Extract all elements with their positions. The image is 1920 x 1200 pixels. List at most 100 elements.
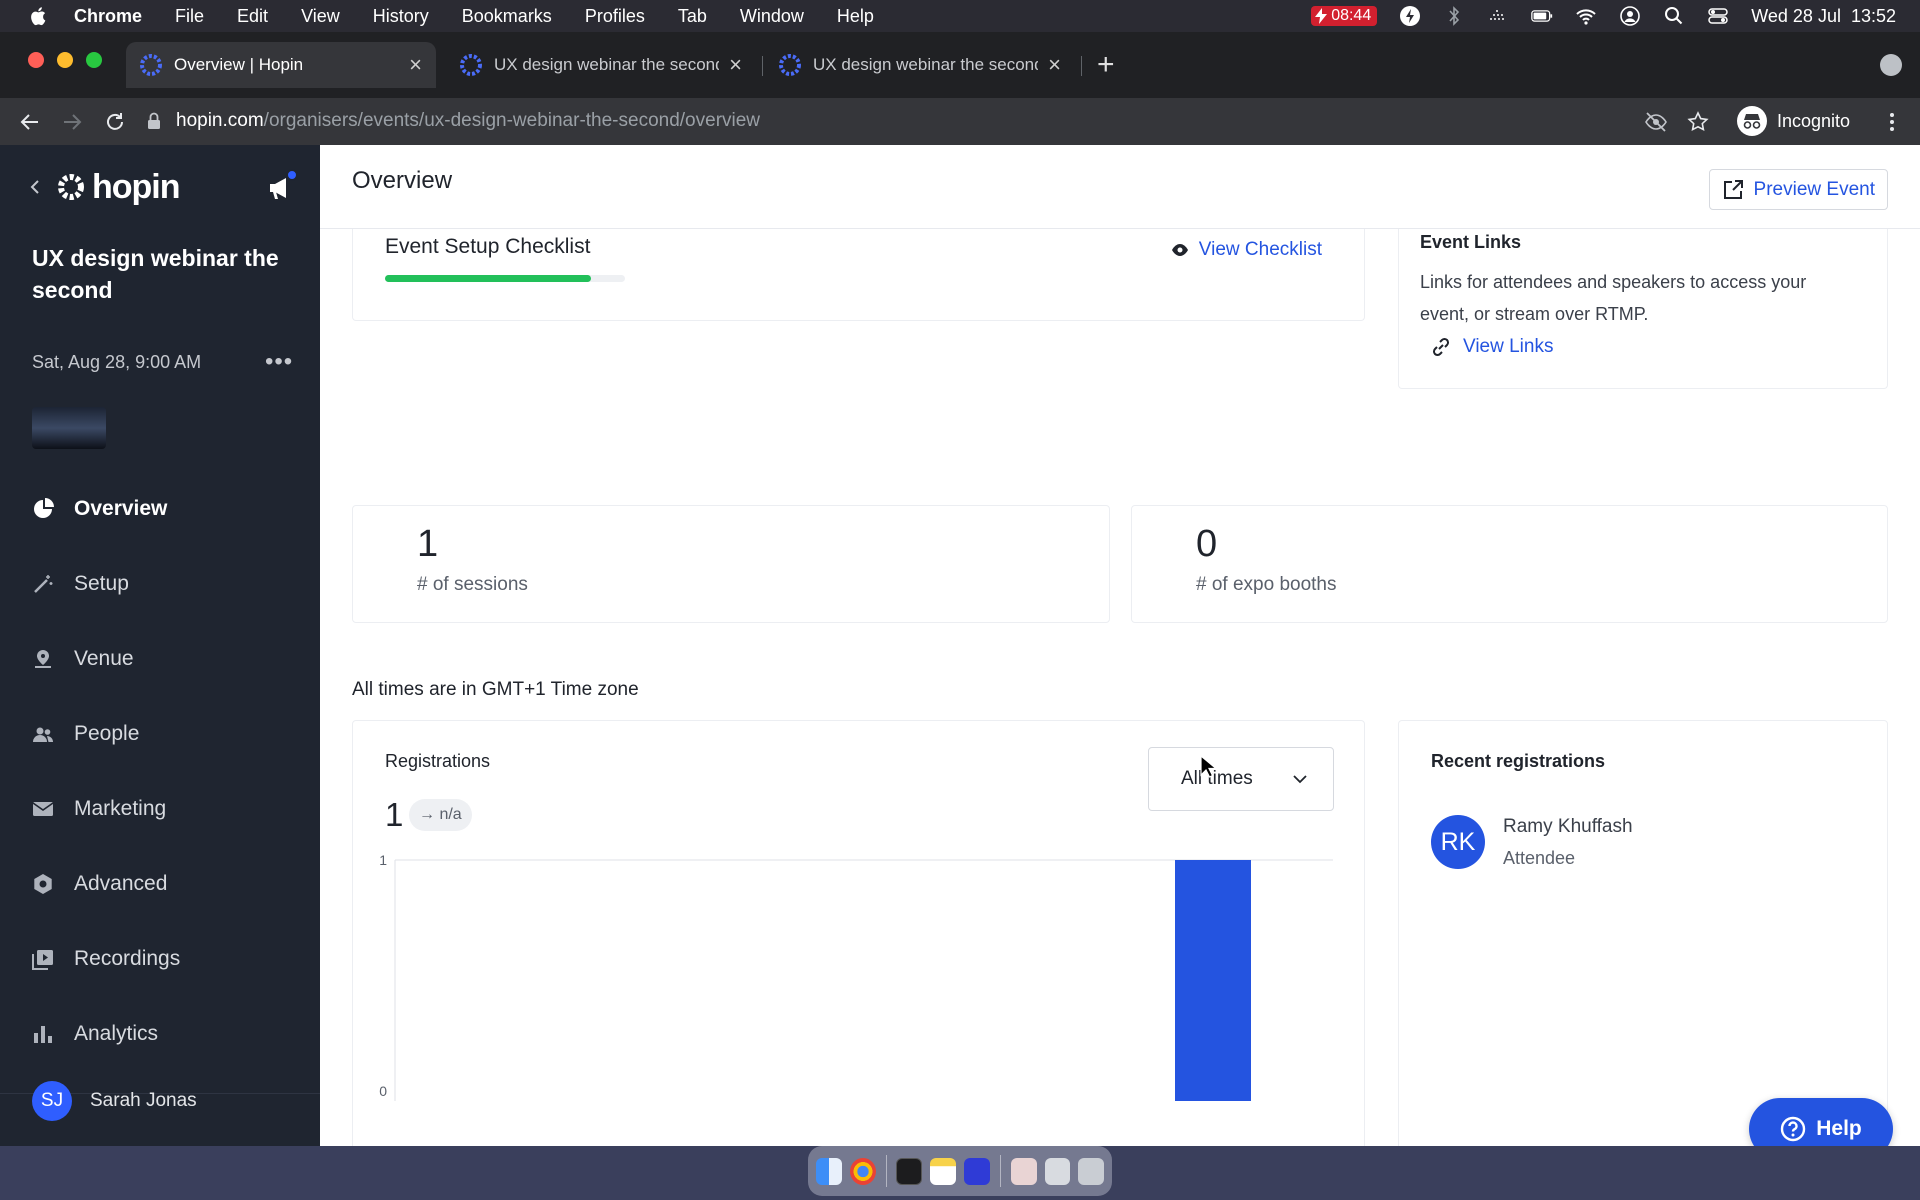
document-stack-icon[interactable]	[1044, 1157, 1071, 1185]
zoom-window-button[interactable]	[86, 52, 102, 68]
close-tab-icon[interactable]: ×	[729, 52, 742, 78]
url-path: /organisers/events/ux-design-webinar-the…	[263, 110, 761, 131]
control-center-icon[interactable]	[1707, 5, 1729, 27]
window-controls	[28, 52, 102, 68]
sidebar-item-label: Recordings	[74, 946, 181, 970]
forward-arrow-icon[interactable]	[60, 110, 84, 134]
sidebar-item-marketing[interactable]: Marketing	[0, 771, 320, 846]
terminal-icon[interactable]	[896, 1157, 923, 1185]
battery-icon[interactable]	[1531, 5, 1553, 27]
menu-tab[interactable]: Tab	[678, 6, 707, 27]
sidebar-item-recordings[interactable]: Recordings	[0, 921, 320, 996]
menu-app-name[interactable]: Chrome	[74, 6, 142, 27]
sidebar-header: hopin	[28, 167, 298, 207]
more-options-icon[interactable]: •••	[265, 348, 293, 376]
tab-title: Overview | Hopin	[174, 55, 304, 74]
chrome-icon[interactable]	[849, 1157, 876, 1185]
sessions-stat-card: 1 # of sessions	[352, 505, 1110, 623]
hopin-logo[interactable]: hopin	[92, 168, 181, 207]
menu-file[interactable]: File	[175, 6, 204, 27]
spotlight-search-icon[interactable]	[1663, 5, 1685, 27]
sidebar-item-label: Setup	[74, 571, 129, 595]
reload-icon[interactable]	[103, 110, 127, 134]
bookmark-star-icon[interactable]	[1686, 110, 1710, 134]
chart-y-tick-label: 0	[379, 1083, 387, 1099]
back-arrow-icon[interactable]	[18, 110, 42, 134]
new-tab-button[interactable]: +	[1097, 50, 1115, 80]
address-bar: hopin.com/organisers/events/ux-design-we…	[0, 98, 1920, 145]
sidebar-item-overview[interactable]: Overview	[0, 471, 320, 546]
hopin-logo-icon	[58, 174, 84, 200]
minimize-window-button[interactable]	[57, 52, 73, 68]
close-tab-icon[interactable]: ×	[409, 52, 422, 78]
tab-ux-webinar-2[interactable]: UX design webinar the second ×	[765, 42, 1075, 88]
lightning-app-icon[interactable]	[1399, 5, 1421, 27]
close-tab-icon[interactable]: ×	[1048, 52, 1061, 78]
main-content: Event Setup Checklist View Checklist Eve…	[320, 145, 1920, 1146]
user-account-icon[interactable]	[1619, 5, 1641, 27]
menu-view[interactable]: View	[301, 6, 340, 27]
browser-menu-icon[interactable]	[1880, 110, 1904, 134]
bluetooth-off-icon[interactable]	[1443, 5, 1465, 27]
sidebar-item-people[interactable]: People	[0, 696, 320, 771]
mouse-cursor-icon	[1200, 755, 1216, 778]
user-name: Sarah Jonas	[90, 1090, 197, 1111]
cast-icon[interactable]	[1487, 5, 1509, 27]
sidebar-item-setup[interactable]: Setup	[0, 546, 320, 621]
sidebar-item-label: Venue	[74, 646, 134, 670]
menu-history[interactable]: History	[373, 6, 429, 27]
trash-icon[interactable]	[1078, 1157, 1104, 1185]
finder-icon[interactable]	[816, 1157, 842, 1185]
wifi-icon[interactable]	[1575, 5, 1597, 27]
menubar-clock[interactable]: Wed 28 Jul 13:52	[1751, 6, 1896, 27]
user-profile[interactable]: SJ Sarah Jonas	[32, 1081, 197, 1121]
apple-icon[interactable]	[28, 5, 50, 27]
url-omnibox[interactable]: hopin.com/organisers/events/ux-design-we…	[146, 101, 1646, 141]
time-range-select[interactable]: All times	[1148, 747, 1334, 811]
gear-icon	[34, 873, 52, 894]
menu-window[interactable]: Window	[740, 6, 804, 27]
list-item[interactable]: RK Ramy Khuffash Attendee	[1431, 815, 1633, 869]
sidebar-item-label: Overview	[74, 496, 168, 520]
sidebar: hopin UX design webinar the second Sat, …	[0, 145, 320, 1146]
chevron-left-icon[interactable]	[28, 178, 42, 196]
close-window-button[interactable]	[28, 52, 44, 68]
registrations-title: Registrations	[385, 751, 491, 771]
page-header: Overview Preview Event	[320, 145, 1920, 229]
event-thumbnail[interactable]	[32, 407, 106, 449]
sidebar-item-label: Marketing	[74, 796, 167, 820]
menubar-status-area: 08:44 Wed 28 Jul 13:52	[1311, 0, 1896, 32]
sidebar-item-analytics[interactable]: Analytics	[0, 996, 320, 1071]
view-checklist-link[interactable]: View Checklist	[1171, 239, 1322, 261]
downloads-folder-icon[interactable]	[1010, 1157, 1037, 1185]
eye-off-icon[interactable]	[1644, 110, 1668, 134]
help-button[interactable]: Help	[1749, 1098, 1893, 1146]
menu-help[interactable]: Help	[837, 6, 874, 27]
tab-ux-webinar-1[interactable]: UX design webinar the second ×	[446, 42, 756, 88]
view-checklist-label: View Checklist	[1198, 239, 1322, 260]
checklist-progress-fill	[385, 275, 592, 282]
tab-title: UX design webinar the second	[494, 55, 720, 74]
preview-event-button[interactable]: Preview Event	[1708, 169, 1888, 210]
lightning-app-icon[interactable]	[964, 1157, 990, 1185]
registrations-card: 1 0 Registrations 1 → n/a All times	[352, 720, 1365, 1146]
menu-edit[interactable]: Edit	[237, 6, 268, 27]
bar-chart-icon	[34, 1025, 52, 1043]
incognito-profile-button[interactable]: Incognito	[1737, 104, 1850, 138]
external-link-icon	[1723, 179, 1743, 199]
view-links-link[interactable]: View Links	[1431, 336, 1553, 358]
lock-icon[interactable]	[146, 112, 162, 130]
notes-icon[interactable]	[930, 1157, 957, 1185]
tab-search-button[interactable]	[1880, 54, 1902, 76]
sidebar-item-venue[interactable]: Venue	[0, 621, 320, 696]
menu-profiles[interactable]: Profiles	[585, 6, 645, 27]
tab-overview-hopin[interactable]: Overview | Hopin ×	[126, 42, 436, 88]
sidebar-item-advanced[interactable]: Advanced	[0, 846, 320, 921]
dock-separator	[999, 1155, 1001, 1187]
announcements-button[interactable]	[264, 169, 298, 205]
battery-status-badge[interactable]: 08:44	[1311, 6, 1378, 26]
event-links-card: Event Links Links for attendees and spea…	[1398, 201, 1888, 389]
menu-bookmarks[interactable]: Bookmarks	[462, 6, 552, 27]
event-title: UX design webinar the second	[32, 245, 279, 303]
question-circle-icon	[1781, 1116, 1806, 1142]
